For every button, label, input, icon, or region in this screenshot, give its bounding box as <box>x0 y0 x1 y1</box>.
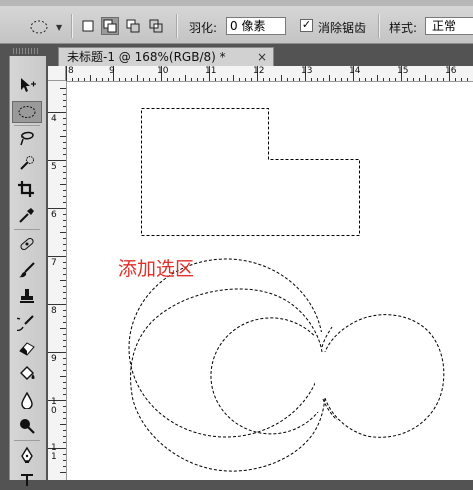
ruler-label: 13 <box>301 66 313 76</box>
ruler-label: 7 <box>51 258 57 268</box>
ruler-label: 10 <box>157 66 169 76</box>
divider <box>71 14 73 38</box>
move-tool-icon[interactable] <box>12 74 42 96</box>
lasso-icon[interactable] <box>12 127 42 149</box>
eyedropper-icon[interactable] <box>12 204 42 226</box>
add-to-selection-icon[interactable] <box>101 17 119 35</box>
divider <box>14 229 40 230</box>
document-canvas[interactable] <box>67 82 473 480</box>
pen-icon[interactable] <box>12 444 42 466</box>
ruler-label: 8 <box>68 66 74 76</box>
chevron-down-icon[interactable]: ▼ <box>56 23 62 32</box>
paint-bucket-icon[interactable] <box>12 363 42 385</box>
spot-healing-icon[interactable] <box>12 233 42 255</box>
document-title: 未标题-1 @ 168%(RGB/8) * <box>67 50 226 64</box>
ruler-label: 14 <box>349 66 361 76</box>
ruler-label: 1 0 <box>51 397 57 416</box>
subtract-from-selection-icon[interactable] <box>124 17 142 35</box>
horizontal-ruler[interactable]: 8 9 10 11 12 13 14 15 16 <box>66 66 473 82</box>
elliptical-marquee-preset-icon[interactable] <box>28 17 50 37</box>
ruler-label: 4 <box>51 114 57 124</box>
intersect-selection-icon[interactable] <box>147 17 165 35</box>
circle-selection-left <box>130 288 326 472</box>
options-bar: ▼ 羽化: 0 像素 ✓ 消除锯齿 样式: 正常 <box>0 0 473 44</box>
document-tab-bar: 未标题-1 @ 168%(RGB/8) * × <box>48 44 473 66</box>
blur-icon[interactable] <box>12 389 42 411</box>
divider <box>378 14 380 38</box>
quick-selection-icon[interactable] <box>12 152 42 174</box>
ruler-label: 12 <box>253 66 265 76</box>
eraser-icon[interactable] <box>12 337 42 359</box>
divider <box>14 440 40 441</box>
menu-strip <box>0 0 473 6</box>
ruler-label: 15 <box>397 66 409 76</box>
ruler-label: 9 <box>51 354 57 364</box>
style-label: 样式: <box>389 21 418 35</box>
panel-grip[interactable] <box>13 48 39 54</box>
ruler-label: 1 1 <box>51 443 57 462</box>
brush-icon[interactable] <box>12 259 42 281</box>
clone-stamp-icon[interactable] <box>12 285 42 307</box>
vertical-ruler[interactable]: 4 5 6 7 8 9 1 0 1 1 <box>48 81 67 480</box>
ruler-label: 9 <box>109 66 115 76</box>
feather-label: 羽化: <box>189 21 218 35</box>
feather-input[interactable]: 0 像素 <box>226 17 286 35</box>
ruler-origin[interactable] <box>48 66 66 81</box>
antialias-checkbox[interactable]: ✓ <box>300 19 313 32</box>
divider <box>176 14 178 38</box>
history-brush-icon[interactable] <box>12 311 42 333</box>
antialias-label: 消除锯齿 <box>318 21 367 35</box>
ruler-label: 6 <box>51 210 57 220</box>
annotation-caption: 添加选区 <box>118 258 195 280</box>
elliptical-marquee-icon[interactable] <box>12 101 42 123</box>
style-select[interactable]: 正常 <box>425 17 473 35</box>
type-icon[interactable] <box>12 468 42 490</box>
divider <box>14 125 40 126</box>
dodge-icon[interactable] <box>12 415 42 437</box>
new-selection-icon[interactable] <box>79 17 97 35</box>
ruler-label: 11 <box>205 66 217 76</box>
ruler-label: 5 <box>51 162 57 172</box>
document-tab[interactable]: 未标题-1 @ 168%(RGB/8) * × <box>58 47 274 66</box>
close-icon[interactable]: × <box>257 48 267 66</box>
ruler-label: 16 <box>445 66 457 76</box>
circle-selection-right <box>324 314 445 438</box>
crop-icon[interactable] <box>12 178 42 200</box>
ruler-label: 8 <box>51 306 57 316</box>
